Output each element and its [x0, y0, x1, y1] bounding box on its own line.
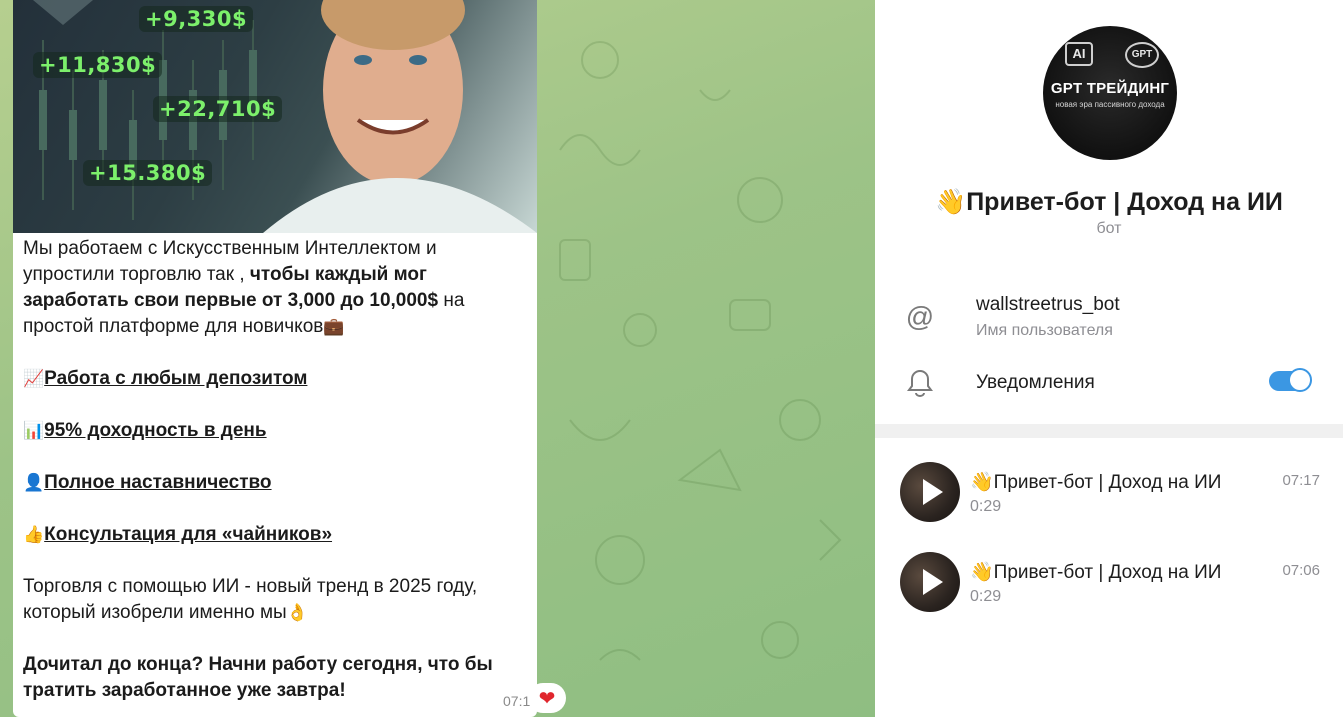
chat-area: +9,330$ +11,830$ +22,710$ +15.380$ Мы ра…: [0, 0, 875, 717]
profile-subtitle: бот: [1096, 220, 1122, 237]
gain-label: +9,330$: [139, 6, 254, 32]
notifications-label: Уведомления: [976, 372, 1095, 393]
media-item[interactable]: 👋Привет-бот | Доход на ИИ 0:29 07:17: [900, 462, 1320, 524]
play-icon[interactable]: [900, 462, 960, 522]
username-label: Имя пользователя: [976, 322, 1113, 339]
media-time: 07:06: [1282, 562, 1320, 579]
gain-label: +15.380$: [83, 160, 213, 186]
gpt-badge: GPT: [1125, 42, 1159, 68]
avatar-brand: GPT ТРЕЙДИНГ: [1050, 80, 1170, 97]
media-title: 👋Привет-бот | Доход на ИИ: [970, 472, 1222, 493]
message-paragraph: Мы работаем с Искусственным Интеллектом …: [23, 238, 465, 337]
thumbs-up-icon: 👍: [23, 525, 45, 545]
briefcase-icon: 💼: [323, 317, 345, 337]
profile-name: 👋Привет-бот | Доход на ИИ: [935, 188, 1283, 216]
section-divider: [875, 424, 1343, 438]
media-title: 👋Привет-бот | Доход на ИИ: [970, 562, 1222, 583]
toggle-knob: [1288, 368, 1312, 392]
media-time: 07:17: [1282, 472, 1320, 489]
promo-image: +9,330$ +11,830$ +22,710$ +15.380$: [13, 0, 537, 233]
message-paragraph: Дочитал до конца? Начни работу сегодня, …: [23, 654, 493, 701]
message-bubble: +9,330$ +11,830$ +22,710$ +15.380$ Мы ра…: [13, 0, 537, 717]
avatar-tagline: новая эра пассивного дохода: [1055, 100, 1165, 109]
bot-avatar[interactable]: AI GPT GPT ТРЕЙДИНГ новая эра пассивного…: [1043, 26, 1177, 160]
media-duration: 0:29: [970, 498, 1002, 515]
gain-label: +22,710$: [153, 96, 283, 122]
profile-panel: AI GPT GPT ТРЕЙДИНГ новая эра пассивного…: [875, 0, 1343, 717]
message-paragraph: Торговля с помощью ИИ - новый тренд в 20…: [23, 576, 478, 623]
gain-label: +11,830$: [33, 52, 163, 78]
bell-icon: [905, 368, 935, 398]
ok-hand-icon: 👌: [286, 603, 308, 623]
media-duration: 0:29: [970, 588, 1002, 605]
bullet-item[interactable]: 📊95% доходность в день: [23, 418, 528, 444]
message-text: Мы работаем с Искусственным Интеллектом …: [23, 236, 528, 704]
media-item[interactable]: 👋Привет-бот | Доход на ИИ 0:29 07:06: [900, 552, 1320, 614]
bullet-item[interactable]: 👍Консультация для «чайников»: [23, 522, 528, 548]
bullet-item[interactable]: 👤Полное наставничество: [23, 470, 528, 496]
ai-badge: AI: [1065, 42, 1093, 66]
person-icon: 👤: [23, 473, 45, 493]
bullet-item[interactable]: 📈Работа с любым депозитом: [23, 366, 528, 392]
play-icon[interactable]: [900, 552, 960, 612]
username-value[interactable]: wallstreetrus_bot: [976, 294, 1120, 316]
notifications-toggle[interactable]: [1269, 368, 1312, 392]
bar-chart-icon: 📊: [23, 421, 45, 441]
at-sign-icon: @: [905, 301, 935, 332]
chart-up-icon: 📈: [23, 369, 45, 389]
heart-reaction-icon[interactable]: ❤: [528, 683, 566, 713]
